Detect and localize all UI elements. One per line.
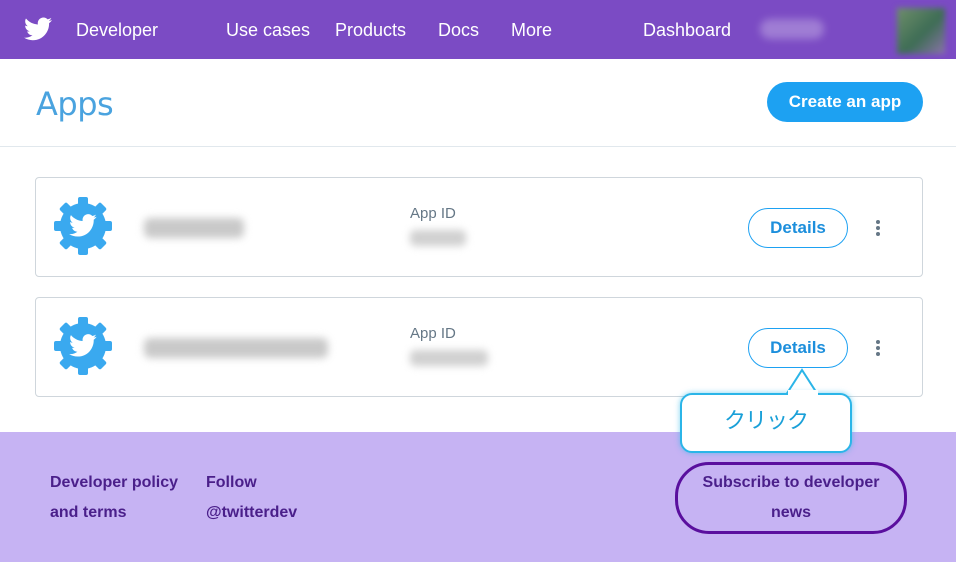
page-header: Apps Create an app bbox=[0, 59, 956, 147]
follow-line1: Follow bbox=[206, 474, 257, 491]
app-name-redacted bbox=[144, 338, 328, 358]
app-id-label: App ID bbox=[410, 205, 456, 222]
create-app-button[interactable]: Create an app bbox=[767, 82, 923, 122]
nav-link-dashboard[interactable]: Dashboard bbox=[643, 19, 731, 41]
developer-policy-line1: Developer policy bbox=[50, 474, 179, 491]
more-options-icon[interactable] bbox=[874, 220, 882, 236]
developer-policy-line2: and terms bbox=[50, 504, 127, 521]
more-options-icon[interactable] bbox=[874, 340, 882, 356]
twitter-gear-icon bbox=[54, 197, 112, 255]
subscribe-line1: Subscribe to developer bbox=[702, 474, 880, 491]
follow-line2: @twitterdev bbox=[206, 504, 298, 521]
twitter-bird-icon[interactable] bbox=[24, 17, 52, 41]
app-name-redacted bbox=[144, 218, 244, 238]
nav-link-docs[interactable]: Docs bbox=[438, 19, 479, 41]
app-id-label: App ID bbox=[410, 325, 456, 342]
avatar[interactable] bbox=[897, 8, 945, 54]
subscribe-news-link[interactable]: Subscribe to developer news bbox=[675, 462, 907, 534]
app-id-value-redacted bbox=[410, 350, 488, 366]
click-callout: クリック bbox=[680, 393, 852, 453]
app-id-value-redacted bbox=[410, 230, 466, 246]
nav-username-redacted[interactable] bbox=[760, 19, 824, 39]
follow-twitterdev-link[interactable]: Follow @twitterdev bbox=[206, 468, 297, 528]
details-button[interactable]: Details bbox=[748, 208, 848, 248]
details-button[interactable]: Details bbox=[748, 328, 848, 368]
nav-link-more[interactable]: More bbox=[511, 19, 552, 41]
page-title: Apps bbox=[36, 85, 114, 123]
callout-text: クリック bbox=[723, 409, 809, 434]
subscribe-line2: news bbox=[770, 504, 811, 521]
top-navigation-bar: Developer Use cases Products Docs More D… bbox=[0, 0, 956, 59]
twitter-gear-icon bbox=[54, 317, 112, 375]
nav-brand-developer[interactable]: Developer bbox=[76, 19, 158, 41]
nav-link-products[interactable]: Products bbox=[335, 19, 406, 41]
nav-link-use-cases[interactable]: Use cases bbox=[226, 19, 310, 41]
callout-tail-cover bbox=[788, 390, 818, 396]
developer-policy-link[interactable]: Developer policy and terms bbox=[50, 468, 178, 528]
app-card: App ID Details bbox=[35, 177, 923, 277]
